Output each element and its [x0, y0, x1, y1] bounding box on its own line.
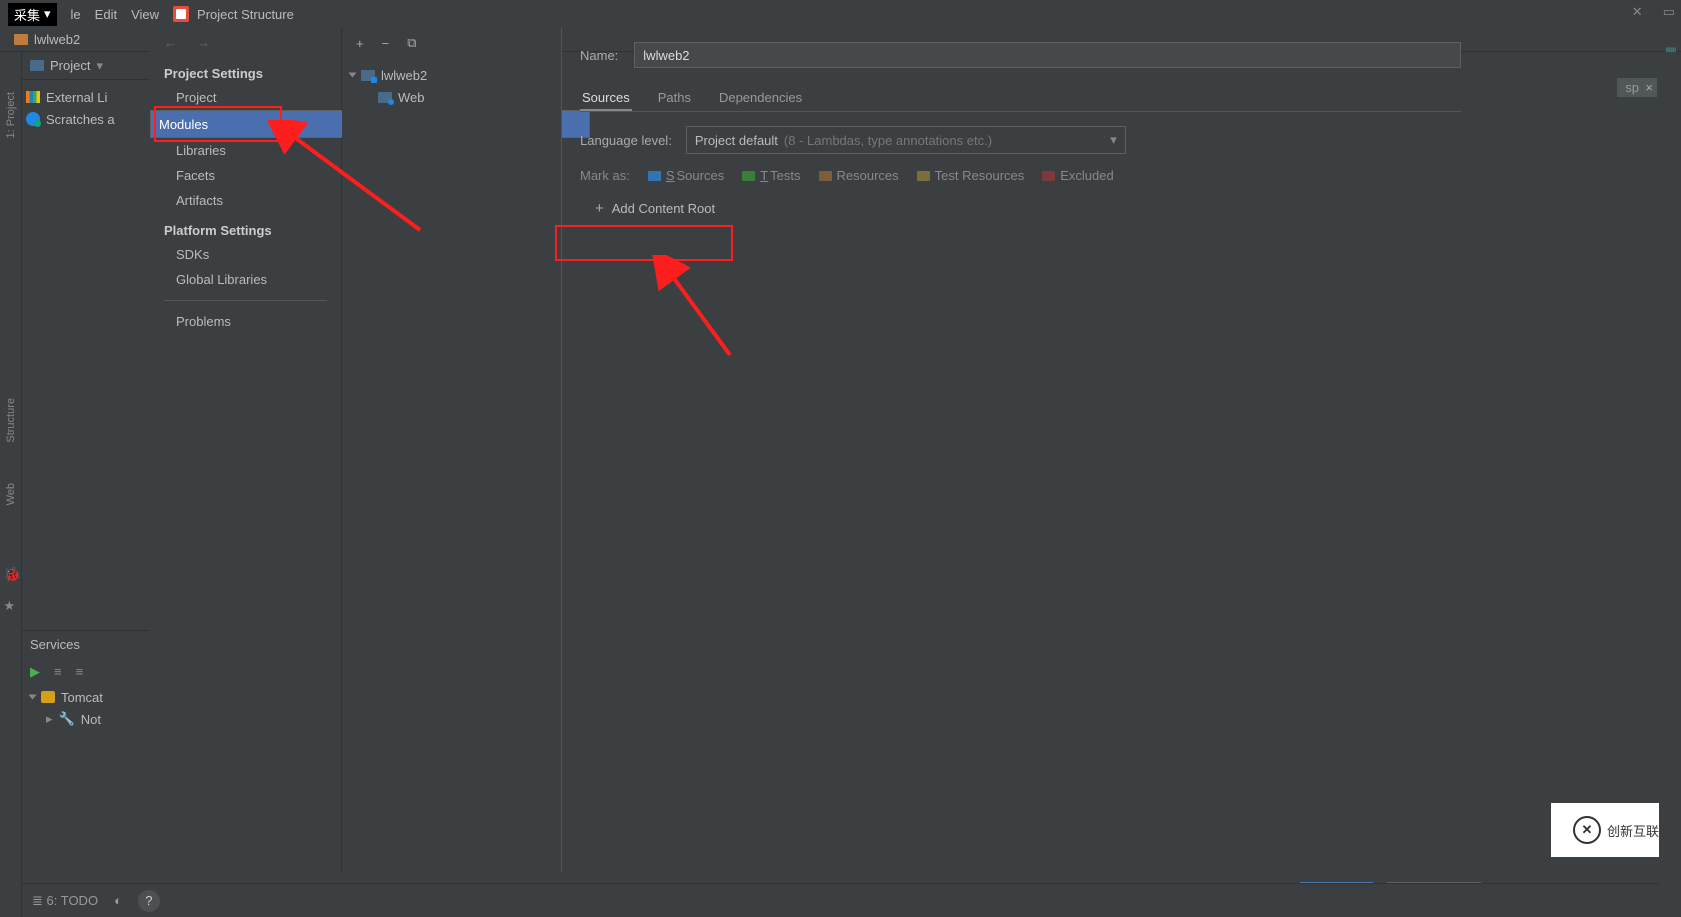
- nav-libraries[interactable]: Libraries: [150, 138, 341, 163]
- language-level-label: Language level:: [580, 133, 672, 148]
- run-icon[interactable]: ▶: [30, 664, 40, 680]
- sources-folder-icon: [648, 171, 661, 181]
- mark-excluded[interactable]: Excluded: [1042, 168, 1113, 183]
- nav-global-libraries[interactable]: Global Libraries: [150, 267, 341, 292]
- editor-tab[interactable]: sp×: [1617, 78, 1657, 97]
- excluded-folder-icon: [1042, 171, 1055, 181]
- menu-file[interactable]: le: [71, 7, 81, 22]
- tomcat-icon: [41, 691, 55, 703]
- module-column: + − ⧉ lwlweb2 Web: [342, 28, 562, 872]
- mark-test-resources[interactable]: Test Resources: [917, 168, 1025, 183]
- nav-sdks[interactable]: SDKs: [150, 242, 341, 267]
- module-name-input[interactable]: [634, 42, 1461, 68]
- project-tree: External Li Scratches a: [22, 80, 150, 136]
- nav-problems[interactable]: Problems: [150, 309, 341, 334]
- chevron-down-icon[interactable]: ▾: [96, 58, 103, 74]
- detail-tabs: Sources Paths Dependencies: [580, 86, 1461, 112]
- module-web-label: Web: [398, 90, 425, 105]
- module-toolbar: + − ⧉: [342, 28, 561, 58]
- structure-tab-vertical[interactable]: Structure: [5, 398, 17, 443]
- mark-sources[interactable]: SSources: [648, 168, 724, 183]
- nav-forward-icon[interactable]: →: [197, 35, 210, 50]
- external-libraries-node[interactable]: External Li: [26, 86, 146, 108]
- mark-resources[interactable]: Resources: [819, 168, 899, 183]
- folder-icon: [14, 34, 28, 45]
- menu-view[interactable]: View: [131, 7, 159, 22]
- add-content-root-label: Add Content Root: [612, 201, 715, 216]
- plus-icon: +: [595, 200, 604, 217]
- web-tab-vertical[interactable]: Web: [5, 483, 17, 505]
- close-icon[interactable]: ✕: [1632, 4, 1643, 20]
- not-started-node[interactable]: ▸🔧Not: [22, 708, 150, 730]
- project-tab-vertical[interactable]: 1: Project: [5, 92, 17, 138]
- dialog-title: Project Structure: [197, 7, 294, 22]
- language-level-select[interactable]: Project default(8 - Lambdas, type annota…: [686, 126, 1126, 154]
- todo-button[interactable]: ≣ 6: TODO: [32, 893, 98, 909]
- nav-back-icon[interactable]: ←: [164, 35, 177, 50]
- test-resources-folder-icon: [917, 171, 930, 181]
- menu-edit[interactable]: Edit: [95, 7, 117, 22]
- mark-as-row: Mark as: SSources TTests Resources Test …: [580, 168, 1461, 183]
- app-icon: [173, 6, 189, 22]
- chevron-down-icon: ▾: [1110, 132, 1117, 148]
- tomcat-node[interactable]: Tomcat: [22, 686, 150, 708]
- scratches-icon: [26, 112, 40, 126]
- bug-icon[interactable]: 🐞: [4, 566, 18, 580]
- module-icon: [361, 70, 375, 81]
- left-tool-strip: 1: Project Structure Web 🐞 ★: [0, 52, 22, 917]
- project-icon: [30, 60, 44, 71]
- nav-facets[interactable]: Facets: [150, 163, 341, 188]
- expand-icon[interactable]: [29, 695, 37, 700]
- close-tab-icon[interactable]: ×: [1645, 80, 1653, 95]
- project-tool-title: Project: [50, 58, 90, 73]
- web-facet-icon: [378, 92, 392, 103]
- wrench-icon: 🔧: [59, 711, 75, 727]
- resources-folder-icon: [819, 171, 832, 181]
- scratches-node[interactable]: Scratches a: [26, 108, 146, 130]
- nav-separator: [164, 300, 327, 301]
- tab-dependencies[interactable]: Dependencies: [717, 86, 804, 111]
- nav-project[interactable]: Project: [150, 85, 341, 110]
- nav-artifacts[interactable]: Artifacts: [150, 188, 341, 213]
- name-label: Name:: [580, 48, 618, 63]
- tab-paths[interactable]: Paths: [656, 86, 693, 111]
- mark-tests[interactable]: TTests: [742, 168, 800, 183]
- module-root[interactable]: lwlweb2: [350, 64, 553, 86]
- nav-section-platform: Platform Settings: [150, 213, 341, 242]
- add-module-icon[interactable]: +: [356, 36, 364, 51]
- copy-module-icon[interactable]: ⧉: [407, 35, 416, 51]
- play-small-icon: ▸: [46, 711, 53, 727]
- menu-bar: 采集▾ le Edit View Project Structure ✕ ▭: [0, 0, 1681, 28]
- module-detail-pane: Name: Sources Paths Dependencies Languag…: [562, 28, 1479, 872]
- settings-nav: ← → Project Settings Project Modules Lib…: [150, 28, 342, 872]
- tab-sources[interactable]: Sources: [580, 86, 632, 111]
- module-web[interactable]: Web: [350, 86, 553, 108]
- maximize-icon[interactable]: ▭: [1663, 4, 1675, 20]
- watermark-icon: ✕: [1573, 816, 1601, 844]
- project-tool-header[interactable]: Project ▾: [22, 52, 150, 80]
- help-button[interactable]: ?: [138, 890, 160, 912]
- mark-as-label: Mark as:: [580, 168, 630, 183]
- services-tool-window: Services ▶ ≡ ≡ Tomcat ▸🔧Not: [22, 630, 150, 883]
- libraries-icon: [26, 91, 40, 103]
- capture-button[interactable]: 采集▾: [8, 3, 57, 26]
- remove-module-icon[interactable]: −: [382, 36, 390, 51]
- filter2-icon[interactable]: ≡: [76, 664, 84, 680]
- right-tool-strip: [1659, 52, 1681, 917]
- status-bar: ≣ 6: TODO ◐ ?: [22, 883, 1681, 917]
- expand-icon[interactable]: [349, 73, 357, 78]
- favorites-icon[interactable]: ★: [4, 598, 18, 612]
- filter-icon[interactable]: ≡: [54, 664, 62, 680]
- services-title: Services: [22, 631, 150, 658]
- tests-folder-icon: [742, 171, 755, 181]
- nav-section-project: Project Settings: [150, 56, 341, 85]
- breadcrumb-project[interactable]: lwlweb2: [34, 32, 80, 47]
- watermark-text: 创新互联: [1607, 821, 1659, 840]
- run-indicator-icon[interactable]: ◐: [114, 893, 122, 908]
- add-content-root-button[interactable]: + Add Content Root: [580, 193, 730, 224]
- module-root-label: lwlweb2: [381, 68, 427, 83]
- capture-label: 采集: [14, 5, 40, 24]
